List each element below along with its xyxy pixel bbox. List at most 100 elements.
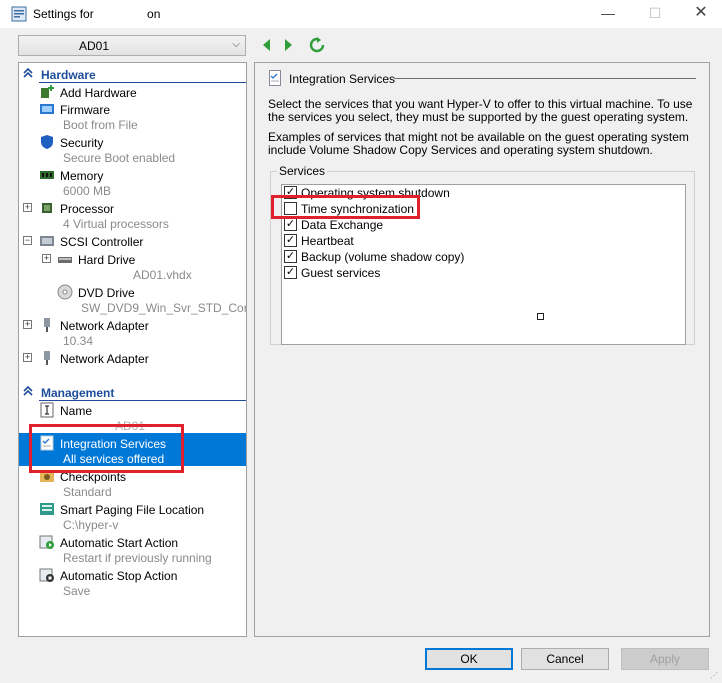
ok-button[interactable]: OK: [425, 648, 513, 670]
network-adapter-icon: [44, 351, 50, 365]
sidebar-item-sub: Secure Boot enabled: [63, 151, 176, 165]
scsi-controller-icon: [40, 236, 54, 246]
sidebar-item-label: Automatic Stop Action: [60, 569, 178, 583]
expand-plus-icon[interactable]: +: [23, 353, 32, 362]
expand-plus-icon[interactable]: +: [23, 203, 32, 212]
sidebar-item-sub: 6000 MB: [63, 184, 112, 198]
panel-description: Select the services that you want Hyper-…: [268, 97, 693, 124]
service-label: Data Exchange: [301, 218, 384, 232]
service-item-backup[interactable]: ✓ Backup (volume shadow copy): [282, 249, 682, 265]
management-section-header[interactable]: Management: [19, 383, 246, 401]
memory-icon: [40, 171, 54, 179]
auto-stop-icon: [39, 568, 54, 582]
maximize-button[interactable]: ☐: [640, 3, 670, 23]
service-checkbox[interactable]: ✓: [284, 234, 297, 247]
sidebar-item-label: Automatic Start Action: [60, 536, 179, 550]
sidebar-item-automatic-stop-action[interactable]: Automatic Stop Action Save: [19, 565, 246, 598]
smart-paging-icon: [40, 503, 54, 515]
vm-selector-value: AD01: [79, 39, 110, 53]
collapse-minus-icon[interactable]: −: [23, 236, 32, 245]
processor-icon: [42, 203, 52, 213]
sidebar-item-smart-paging[interactable]: Smart Paging File Location C:\hyper-v: [19, 499, 246, 532]
service-label: Guest services: [301, 266, 381, 280]
sidebar-item-label: Add Hardware: [60, 86, 137, 100]
sidebar-item-sub: SW_DVD9_Win_Svr_STD_Core…: [81, 301, 247, 315]
sidebar-item-label: Network Adapter: [60, 319, 149, 333]
sidebar-item-label: Memory: [60, 169, 104, 183]
service-label: Heartbeat: [301, 234, 354, 248]
sidebar-item-sub: 10.34: [63, 334, 94, 348]
settings-app-icon: [11, 6, 27, 22]
sidebar-item-security[interactable]: Security Secure Boot enabled: [19, 132, 246, 165]
panel-examples-note: Examples of services that might not be a…: [268, 130, 689, 157]
title-divider: [394, 78, 696, 79]
window-title: Settings for on: [33, 7, 161, 21]
sidebar-item-sub: AD01.vhdx: [133, 268, 192, 282]
integration-services-icon: [269, 70, 281, 86]
sidebar-item-hard-drive[interactable]: + Hard Drive AD01.vhdx: [19, 249, 246, 282]
collapse-chevron-icon[interactable]: [23, 385, 33, 397]
sidebar-item-label: Smart Paging File Location: [60, 503, 205, 517]
sidebar-item-sub: Restart if previously running: [63, 551, 212, 565]
network-adapter-icon: [44, 318, 50, 332]
hardware-section-header[interactable]: Hardware: [19, 65, 246, 83]
sidebar-item-sub: Save: [63, 584, 91, 598]
settings-tree: Hardware Add Hardware Firmware Boot from…: [18, 62, 247, 637]
panel-title: Integration Services: [289, 72, 396, 86]
highlight-annotation: [29, 424, 184, 473]
service-item-data-exchange[interactable]: ✓ Data Exchange: [282, 217, 682, 233]
management-header-label: Management: [41, 386, 115, 400]
sidebar-item-label: Security: [60, 136, 104, 150]
sidebar-item-label: Network Adapter: [60, 352, 149, 366]
sidebar-item-label: Processor: [60, 202, 115, 216]
apply-button[interactable]: Apply: [621, 648, 709, 670]
title-bar: Settings for on — ☐ ✕: [0, 0, 722, 28]
vm-selector-dropdown[interactable]: AD01 ⌵: [18, 35, 246, 56]
refresh-icon[interactable]: [309, 37, 325, 53]
hard-drive-icon: [58, 257, 72, 263]
sidebar-item-sub: Boot from File: [63, 118, 138, 132]
minimize-button[interactable]: —: [593, 3, 623, 23]
service-item-heartbeat[interactable]: ✓ Heartbeat: [282, 233, 682, 249]
hardware-header-label: Hardware: [41, 68, 96, 82]
collapse-chevron-icon[interactable]: [23, 67, 33, 79]
add-hardware-icon: [41, 85, 54, 98]
resize-handle-icon: [537, 313, 544, 320]
name-icon: [40, 402, 54, 418]
sidebar-item-label: Firmware: [60, 103, 110, 117]
sidebar-item-label: Name: [60, 404, 93, 418]
sidebar-item-automatic-start-action[interactable]: Automatic Start Action Restart if previo…: [19, 532, 246, 565]
service-checkbox[interactable]: ✓: [284, 266, 297, 279]
expand-plus-icon[interactable]: +: [42, 254, 51, 263]
sidebar-item-label: Hard Drive: [78, 253, 136, 267]
service-item-guest-services[interactable]: ✓ Guest services: [282, 265, 682, 281]
service-checkbox[interactable]: ✓: [284, 218, 297, 231]
chevron-down-icon: ⌵: [232, 39, 240, 50]
sidebar-item-dvd-drive[interactable]: DVD Drive SW_DVD9_Win_Svr_STD_Core…: [19, 282, 247, 315]
integration-services-panel: Integration Services Select the services…: [254, 62, 710, 637]
sidebar-item-firmware[interactable]: Firmware Boot from File: [19, 99, 246, 132]
close-button[interactable]: ✕: [686, 3, 716, 23]
auto-start-icon: [39, 535, 54, 549]
resize-grip-icon[interactable]: ⋰: [710, 671, 720, 681]
sidebar-item-memory[interactable]: Memory 6000 MB: [19, 165, 246, 198]
dvd-drive-icon: [57, 284, 73, 300]
sidebar-item-processor[interactable]: + Processor 4 Virtual processors: [19, 198, 246, 231]
sidebar-item-sub: C:\hyper-v: [63, 518, 119, 532]
sidebar-item-label: SCSI Controller: [60, 235, 144, 249]
sidebar-item-sub: Standard: [63, 485, 112, 499]
sidebar-item-sub: 4 Virtual processors: [63, 217, 169, 231]
service-label: Backup (volume shadow copy): [301, 250, 465, 264]
sidebar-item-network-adapter[interactable]: + Network Adapter 10.34: [19, 315, 246, 348]
sidebar-item-network-adapter[interactable]: + Network Adapter: [19, 348, 246, 381]
expand-plus-icon[interactable]: +: [23, 320, 32, 329]
highlight-annotation: [271, 195, 420, 219]
services-group-label: Services: [277, 164, 328, 178]
service-checkbox[interactable]: ✓: [284, 250, 297, 263]
cancel-button[interactable]: Cancel: [521, 648, 609, 670]
shield-icon: [41, 135, 53, 149]
sidebar-item-label: DVD Drive: [78, 286, 135, 300]
firmware-icon: [40, 104, 54, 114]
forward-arrow-icon[interactable]: [280, 37, 296, 53]
back-arrow-icon[interactable]: [259, 37, 275, 53]
